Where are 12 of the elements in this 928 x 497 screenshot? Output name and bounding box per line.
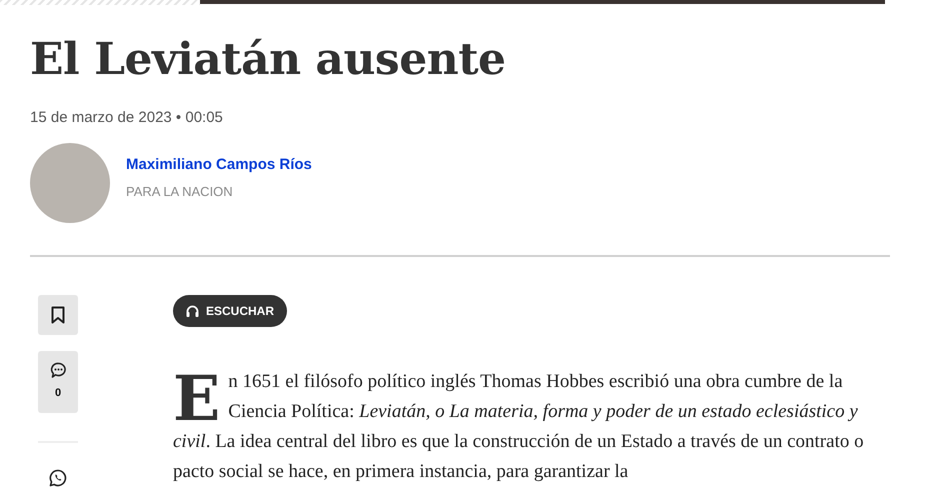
bookmark-button[interactable] [38,295,78,335]
publish-date: 15 de marzo de 2023 • 00:05 [30,109,224,127]
whatsapp-button[interactable] [47,467,69,489]
bookmark-icon [51,306,65,324]
headphones-icon [186,305,199,317]
author-link[interactable]: Maximiliano Campos Ríos [126,156,312,174]
article-title: El Leviatán ausente [30,33,507,87]
comments-button[interactable]: 0 [38,351,78,413]
author-outlet: PARA LA NACION [126,184,234,200]
listen-button[interactable]: ESCUCHAR [173,295,288,327]
whatsapp-icon [49,469,67,487]
speech-bubble-icon [50,362,66,380]
